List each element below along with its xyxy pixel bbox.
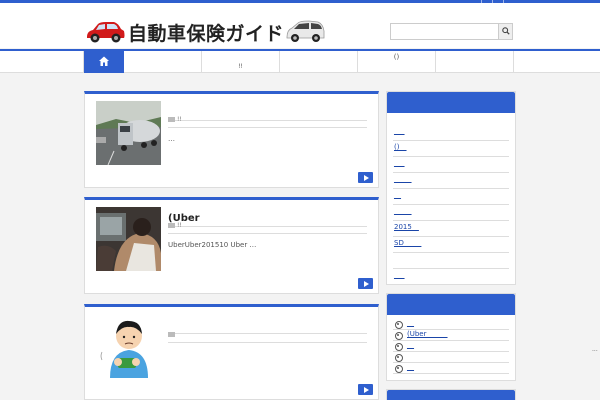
folder-icon — [168, 223, 175, 228]
widget-header — [387, 92, 515, 113]
read-more-button[interactable] — [358, 172, 373, 183]
sidebar-link[interactable]: SD_____ — [393, 237, 509, 253]
post-meta: !! — [168, 222, 367, 234]
nav-item[interactable]: !! — [202, 51, 280, 73]
post-card[interactable]: !! … — [84, 91, 379, 188]
sidebar-link[interactable]: ___ — [393, 125, 509, 141]
sidebar-link[interactable] — [393, 352, 509, 363]
nav-item[interactable] — [436, 51, 514, 73]
nav-home[interactable] — [84, 51, 124, 73]
home-icon — [99, 56, 109, 66]
folder-icon — [168, 332, 175, 337]
taxi-driver-photo[interactable] — [96, 207, 161, 271]
tanker-truck-photo[interactable] — [96, 101, 161, 165]
post-meta: !! — [168, 116, 367, 128]
sidebar-link[interactable]: _____ — [393, 205, 509, 221]
read-more-button[interactable] — [358, 384, 373, 395]
sidebar-link[interactable]: __ — [393, 189, 509, 205]
site-logo[interactable]: 自動車保険ガイド — [84, 16, 325, 48]
search-button[interactable] — [498, 24, 512, 39]
sidebar-link[interactable] — [393, 253, 509, 269]
sidebar-link[interactable]: (Uber______ — [393, 330, 509, 341]
post-meta — [168, 331, 367, 343]
white-minivan-icon — [286, 20, 325, 42]
folder-icon — [168, 117, 175, 122]
sidebar-link[interactable]: __ — [393, 341, 509, 352]
search-input[interactable] — [390, 23, 513, 40]
sidebar-widget: ___ ()__ ___ _____ __ _____ 2015__ SD___… — [386, 91, 516, 285]
post-card[interactable] — [84, 304, 379, 400]
nav-item[interactable]: () — [358, 51, 436, 73]
nav-item[interactable] — [124, 51, 202, 73]
widget-header — [387, 294, 515, 315]
worried-man-illustration[interactable] — [96, 314, 161, 378]
read-more-button[interactable] — [358, 278, 373, 289]
search-icon — [501, 27, 510, 35]
sidebar-link[interactable]: 2015__ — [393, 221, 509, 237]
sidebar-widget — [386, 389, 516, 400]
sidebar-link[interactable]: ___ — [393, 269, 509, 285]
sidebar-link[interactable]: _____ — [393, 173, 509, 189]
sidebar-link[interactable]: ___ — [393, 157, 509, 173]
sidebar-widget: __ (Uber______ __ __ — [386, 293, 516, 381]
sidebar-link[interactable]: __ — [393, 319, 509, 330]
widget-header — [387, 390, 515, 400]
site-title: 自動車保険ガイド — [128, 22, 285, 45]
post-excerpt: … — [168, 135, 175, 143]
main-nav: !! () — [0, 49, 600, 73]
post-card[interactable]: (Uber !! UberUber201510 Uber … — [84, 197, 379, 294]
red-car-icon — [87, 22, 125, 43]
sidebar-link[interactable]: __ — [393, 363, 509, 374]
sidebar-link[interactable]: ()__ — [393, 141, 509, 157]
nav-item[interactable] — [280, 51, 358, 73]
site-header: 自動車保険ガイド — [0, 3, 600, 48]
ellipsis-text: ··· — [592, 348, 598, 355]
post-excerpt: UberUber201510 Uber … — [168, 241, 257, 249]
